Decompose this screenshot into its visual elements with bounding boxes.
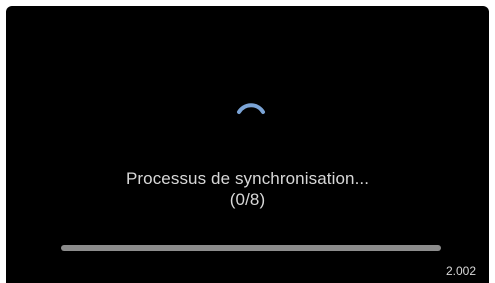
sync-progress-bar: [61, 245, 441, 251]
version-label: 2.002: [445, 264, 476, 278]
sync-status-text: Processus de synchronisation...: [125, 169, 370, 188]
loading-spinner-icon: [237, 103, 265, 114]
sync-screen: Processus de synchronisation... (0/8) 2.…: [6, 6, 489, 283]
sync-progress-count: (0/8): [229, 190, 266, 209]
